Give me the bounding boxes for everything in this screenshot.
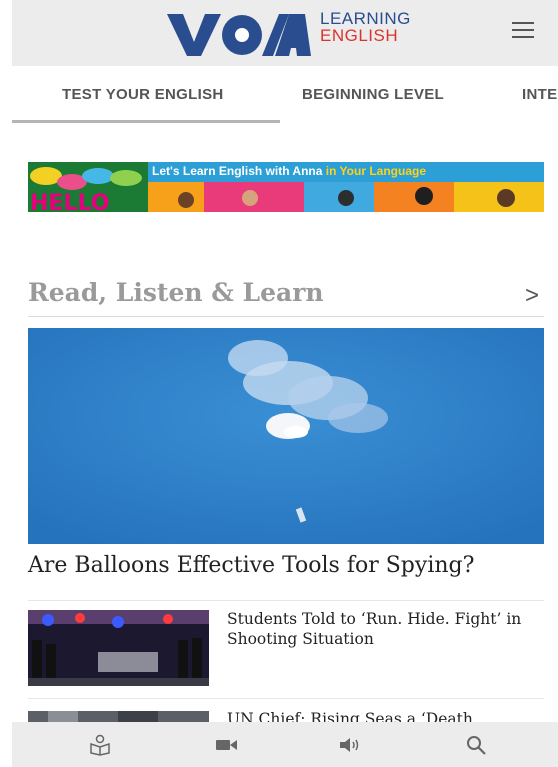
tab-intermediate-level[interactable]: INTE [522, 86, 557, 103]
search-icon[interactable] [464, 734, 488, 756]
app-header: LEARNING ENGLISH [12, 0, 558, 66]
anna-language-banner[interactable]: HELLO Let's Learn English with Anna in Y… [28, 162, 544, 212]
bottom-navigation [12, 722, 558, 767]
hamburger-menu-icon[interactable] [512, 22, 534, 38]
category-tabs: TEST YOUR ENGLISH BEGINNING LEVEL INTE [12, 66, 558, 124]
brand-learning: LEARNING [320, 9, 411, 28]
section-divider [28, 316, 544, 317]
story-headline[interactable]: Students Told to ‘Run. Hide. Fight’ in S… [227, 609, 537, 649]
learn-book-icon[interactable] [88, 734, 112, 756]
story-thumbnail[interactable] [28, 710, 209, 722]
brand-english: ENGLISH [320, 26, 399, 45]
chevron-right-icon[interactable]: > [525, 282, 539, 310]
story-divider [28, 698, 544, 699]
section-title[interactable]: Read, Listen & Learn [28, 278, 324, 307]
story-headline[interactable]: UN Chief: Rising Seas a ‘Death [227, 709, 537, 722]
banner-title: Let's Learn English with Anna in Your La… [152, 164, 426, 178]
banner-hello: HELLO [30, 191, 109, 212]
story-thumbnail[interactable] [28, 610, 209, 686]
selected-tab-indicator [12, 120, 280, 123]
hero-image[interactable] [28, 328, 544, 544]
video-camera-icon[interactable] [214, 734, 238, 756]
story-divider [28, 600, 544, 601]
brand-wordmark: LEARNING ENGLISH [320, 10, 411, 44]
tab-beginning-level[interactable]: BEGINNING LEVEL [302, 86, 444, 103]
speaker-audio-icon[interactable] [338, 734, 362, 756]
tab-test-your-english[interactable]: TEST YOUR ENGLISH [62, 86, 224, 103]
hero-headline[interactable]: Are Balloons Effective Tools for Spying? [28, 553, 548, 578]
